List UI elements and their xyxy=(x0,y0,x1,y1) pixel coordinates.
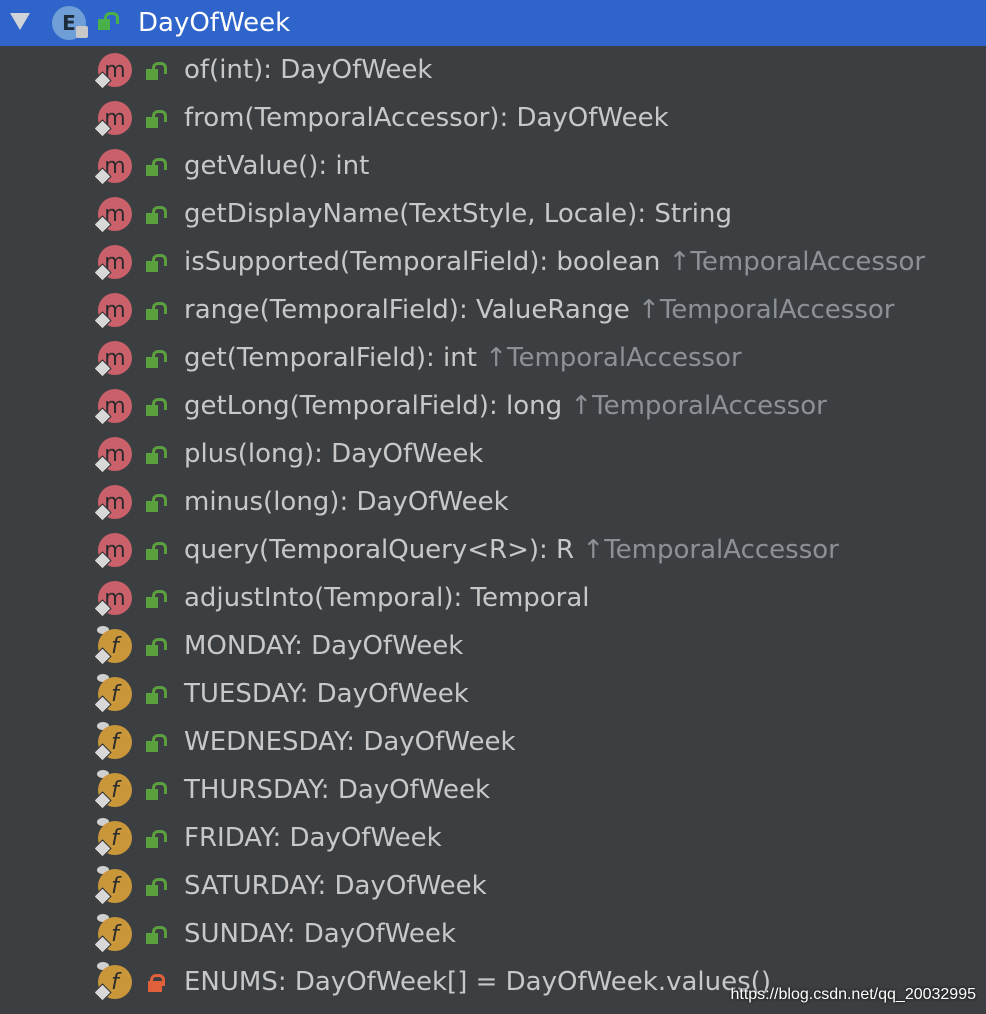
member-label: THURSDAY: DayOfWeek xyxy=(184,775,490,805)
public-access-icon xyxy=(146,782,167,800)
tree-member-row[interactable]: m plus(long): DayOfWeek xyxy=(0,430,986,478)
tree-member-row[interactable]: f SATURDAY: DayOfWeek xyxy=(0,862,986,910)
member-signature: getDisplayName(TextStyle, Locale): Strin… xyxy=(184,199,732,229)
member-signature: range(TemporalField): ValueRange xyxy=(184,295,630,325)
public-access-icon xyxy=(146,62,167,80)
member-label: query(TemporalQuery<R>): R ↑TemporalAcce… xyxy=(184,535,839,565)
inherited-from-label: ↑TemporalAccessor xyxy=(668,247,926,277)
public-access-icon xyxy=(146,734,167,752)
member-label: SATURDAY: DayOfWeek xyxy=(184,871,487,901)
public-access-icon xyxy=(146,110,167,128)
tree-member-row[interactable]: m getLong(TemporalField): long ↑TemporalA… xyxy=(0,382,986,430)
member-label: isSupported(TemporalField): boolean ↑Tem… xyxy=(184,247,925,277)
public-access-icon xyxy=(146,494,167,512)
member-label: FRIDAY: DayOfWeek xyxy=(184,823,442,853)
enum-node-dayofweek[interactable]: E DayOfWeek xyxy=(0,0,986,46)
member-signature: SATURDAY: DayOfWeek xyxy=(184,871,487,901)
tree-member-row[interactable]: m isSupported(TemporalField): boolean ↑Te… xyxy=(0,238,986,286)
tree-member-row[interactable]: m range(TemporalField): ValueRange ↑Tempo… xyxy=(0,286,986,334)
tree-member-row[interactable]: m adjustInto(Temporal): Temporal xyxy=(0,574,986,622)
member-signature: FRIDAY: DayOfWeek xyxy=(184,823,442,853)
tree-member-row[interactable]: m getValue(): int xyxy=(0,142,986,190)
public-access-icon xyxy=(146,590,167,608)
member-signature: get(TemporalField): int xyxy=(184,343,477,373)
member-label: plus(long): DayOfWeek xyxy=(184,439,483,469)
lock-overlay-icon xyxy=(76,26,88,38)
collapse-arrow-icon[interactable] xyxy=(10,13,30,30)
tree-member-row[interactable]: f THURSDAY: DayOfWeek xyxy=(0,766,986,814)
tree-member-row[interactable]: m minus(long): DayOfWeek xyxy=(0,478,986,526)
public-access-icon xyxy=(146,206,167,224)
member-signature: SUNDAY: DayOfWeek xyxy=(184,919,456,949)
member-signature: from(TemporalAccessor): DayOfWeek xyxy=(184,103,669,133)
public-access-icon xyxy=(146,158,167,176)
member-label: range(TemporalField): ValueRange ↑Tempor… xyxy=(184,295,894,325)
tree-member-row[interactable]: f MONDAY: DayOfWeek xyxy=(0,622,986,670)
member-label: adjustInto(Temporal): Temporal xyxy=(184,583,590,613)
public-access-icon xyxy=(146,542,167,560)
public-access-icon xyxy=(98,12,119,30)
tree-member-row[interactable]: f SUNDAY: DayOfWeek xyxy=(0,910,986,958)
member-label: getLong(TemporalField): long ↑TemporalAc… xyxy=(184,391,827,421)
member-label: get(TemporalField): int ↑TemporalAccesso… xyxy=(184,343,742,373)
tree-member-row[interactable]: f FRIDAY: DayOfWeek xyxy=(0,814,986,862)
member-signature: MONDAY: DayOfWeek xyxy=(184,631,464,661)
member-label: getValue(): int xyxy=(184,151,369,181)
public-access-icon xyxy=(146,398,167,416)
tree-member-row[interactable]: m getDisplayName(TextStyle, Locale): Stri… xyxy=(0,190,986,238)
inherited-from-label: ↑TemporalAccessor xyxy=(638,295,895,325)
public-access-icon xyxy=(146,446,167,464)
public-access-icon xyxy=(146,638,167,656)
member-signature: getValue(): int xyxy=(184,151,370,181)
member-signature: plus(long): DayOfWeek xyxy=(184,439,484,469)
member-label: of(int): DayOfWeek xyxy=(184,55,432,85)
public-access-icon xyxy=(146,350,167,368)
structure-tree: E DayOfWeek m of(int): DayOfWeek m from(Tem… xyxy=(0,0,986,1006)
inherited-from-label: ↑TemporalAccessor xyxy=(485,343,742,373)
member-signature: of(int): DayOfWeek xyxy=(184,55,433,85)
member-label: SUNDAY: DayOfWeek xyxy=(184,919,456,949)
inherited-from-label: ↑TemporalAccessor xyxy=(582,535,839,565)
enum-title: DayOfWeek xyxy=(138,8,291,38)
public-access-icon xyxy=(146,254,167,272)
tree-member-row[interactable]: f WEDNESDAY: DayOfWeek xyxy=(0,718,986,766)
tree-member-row[interactable]: m query(TemporalQuery<R>): R ↑TemporalAcc… xyxy=(0,526,986,574)
member-signature: query(TemporalQuery<R>): R xyxy=(184,535,575,565)
public-access-icon xyxy=(146,302,167,320)
member-signature: THURSDAY: DayOfWeek xyxy=(184,775,491,805)
member-signature: minus(long): DayOfWeek xyxy=(184,487,509,517)
member-label: TUESDAY: DayOfWeek xyxy=(184,679,469,709)
tree-member-row[interactable]: f TUESDAY: DayOfWeek xyxy=(0,670,986,718)
tree-member-row[interactable]: m from(TemporalAccessor): DayOfWeek xyxy=(0,94,986,142)
public-access-icon xyxy=(146,686,167,704)
watermark: https://blog.csdn.net/qq_20032995 xyxy=(730,986,976,1003)
inherited-from-label: ↑TemporalAccessor xyxy=(570,391,827,421)
member-label: from(TemporalAccessor): DayOfWeek xyxy=(184,103,669,133)
member-label: MONDAY: DayOfWeek xyxy=(184,631,463,661)
member-signature: isSupported(TemporalField): boolean xyxy=(184,247,661,277)
public-access-icon xyxy=(146,830,167,848)
member-signature: TUESDAY: DayOfWeek xyxy=(184,679,469,709)
member-signature: ENUMS: DayOfWeek[] = DayOfWeek.values() xyxy=(184,967,771,997)
tree-member-row[interactable]: m get(TemporalField): int ↑TemporalAccess… xyxy=(0,334,986,382)
private-lock-icon xyxy=(146,974,165,992)
member-signature: getLong(TemporalField): long xyxy=(184,391,563,421)
member-signature: adjustInto(Temporal): Temporal xyxy=(184,583,590,613)
member-list: m of(int): DayOfWeek m from(TemporalAccesso… xyxy=(0,46,986,1006)
tree-member-row[interactable]: m of(int): DayOfWeek xyxy=(0,46,986,94)
member-label: ENUMS: DayOfWeek[] = DayOfWeek.values() xyxy=(184,967,771,997)
member-label: WEDNESDAY: DayOfWeek xyxy=(184,727,516,757)
public-access-icon xyxy=(146,878,167,896)
public-access-icon xyxy=(146,926,167,944)
member-signature: WEDNESDAY: DayOfWeek xyxy=(184,727,516,757)
member-label: minus(long): DayOfWeek xyxy=(184,487,509,517)
member-label: getDisplayName(TextStyle, Locale): Strin… xyxy=(184,199,732,229)
